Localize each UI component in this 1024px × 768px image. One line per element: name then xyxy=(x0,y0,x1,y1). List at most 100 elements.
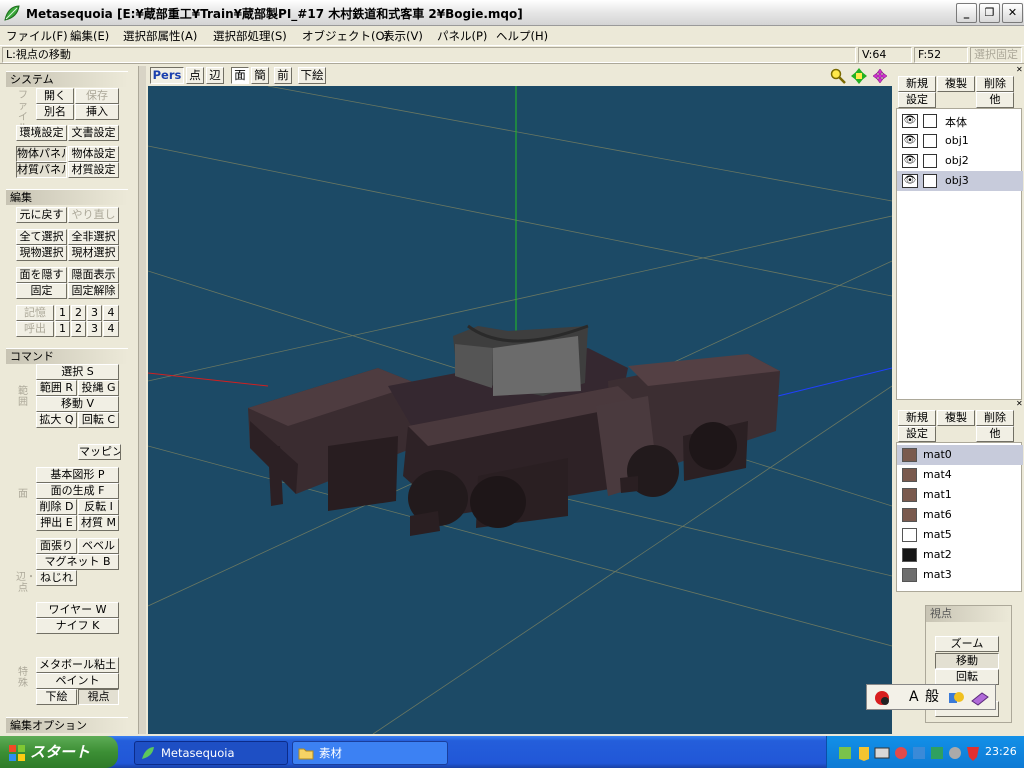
undo-button[interactable]: 元に戻す xyxy=(16,207,67,223)
lasso-tool-button[interactable]: 投縄 G xyxy=(78,380,119,396)
doc-settings-button[interactable]: 文書設定 xyxy=(68,125,119,141)
task-folder-sozai[interactable]: 素材 xyxy=(292,741,448,765)
view-rotate-button[interactable]: 回転 xyxy=(935,669,999,685)
face-display-toggle[interactable]: 面 xyxy=(231,67,249,84)
hide-face-button[interactable]: 面を隠す xyxy=(16,267,67,283)
create-face-tool-button[interactable]: 面の生成 F xyxy=(36,483,119,499)
visibility-eye-icon[interactable]: 👁 xyxy=(902,134,918,148)
recall-slot-4[interactable]: 4 xyxy=(103,321,119,337)
scale-tool-button[interactable]: 拡大 Q xyxy=(36,412,77,428)
material-panel-toggle[interactable]: 材質パネル xyxy=(16,162,67,178)
face-fill-tool-button[interactable]: 面張り xyxy=(36,538,77,554)
material-delete-button[interactable]: 削除 xyxy=(976,410,1014,426)
memory-slot-4[interactable]: 4 xyxy=(103,305,119,321)
select-all-button[interactable]: 全て選択 xyxy=(16,229,67,245)
primitive-tool-button[interactable]: 基本図形 P xyxy=(36,467,119,483)
object-settings-button[interactable]: 物体設定 xyxy=(68,146,119,162)
lock-checkbox[interactable] xyxy=(923,174,937,188)
ime-eraser-icon[interactable] xyxy=(970,689,990,715)
simple-display-toggle[interactable]: 簡 xyxy=(251,67,269,84)
unfix-button[interactable]: 固定解除 xyxy=(68,283,119,299)
ime-kanji-label[interactable]: 般 xyxy=(925,685,939,709)
3d-viewport[interactable] xyxy=(148,86,892,734)
perspective-toggle[interactable]: Pers xyxy=(150,67,184,84)
material-row-mat1[interactable]: mat1 xyxy=(897,485,1023,505)
select-current-object-button[interactable]: 現物選択 xyxy=(16,245,67,261)
rotate-tool-button[interactable]: 回転 C xyxy=(78,412,119,428)
recall-slot-1[interactable]: 1 xyxy=(55,321,70,337)
insert-button[interactable]: 挿入 xyxy=(75,104,119,120)
delete-tool-button[interactable]: 削除 D xyxy=(36,499,77,515)
view-tool-button[interactable]: 視点 xyxy=(78,689,119,705)
object-row-obj3[interactable]: 👁 obj3 xyxy=(897,171,1023,191)
twist-tool-button[interactable]: ねじれ xyxy=(36,570,77,586)
material-row-mat6[interactable]: mat6 xyxy=(897,505,1023,525)
paint-tool-button[interactable]: ペイント xyxy=(36,673,119,689)
deselect-all-button[interactable]: 全非選択 xyxy=(68,229,119,245)
save-as-button[interactable]: 別名 xyxy=(36,104,74,120)
material-new-button[interactable]: 新規 xyxy=(898,410,936,426)
material-row-mat3[interactable]: mat3 xyxy=(897,565,1023,585)
lock-checkbox[interactable] xyxy=(923,114,937,128)
memory-slot-2[interactable]: 2 xyxy=(71,305,86,321)
extrude-tool-button[interactable]: 押出 E xyxy=(36,515,77,531)
zoom-magnifier-icon[interactable] xyxy=(830,68,846,84)
visibility-eye-icon[interactable]: 👁 xyxy=(902,154,918,168)
material-copy-button[interactable]: 複製 xyxy=(937,410,975,426)
object-row-obj1[interactable]: 👁 obj1 xyxy=(897,131,1023,151)
underlay-tool-button[interactable]: 下絵 xyxy=(36,689,77,705)
menu-object[interactable]: オブジェクト(O) xyxy=(302,28,389,44)
object-row-body[interactable]: 👁 本体 xyxy=(897,111,1023,131)
object-copy-button[interactable]: 複製 xyxy=(937,76,975,92)
fix-button[interactable]: 固定 xyxy=(16,283,67,299)
menu-view[interactable]: 表示(V) xyxy=(383,28,423,44)
lock-checkbox[interactable] xyxy=(923,154,937,168)
vertex-display-toggle[interactable]: 点 xyxy=(186,67,204,84)
tray-icons[interactable] xyxy=(839,745,979,761)
lock-checkbox[interactable] xyxy=(923,134,937,148)
task-metasequoia[interactable]: Metasequoia xyxy=(134,741,288,765)
object-panel-toggle[interactable]: 物体パネル xyxy=(16,146,67,162)
restore-button[interactable]: ❐ xyxy=(979,3,1000,23)
object-new-button[interactable]: 新規 xyxy=(898,76,936,92)
knife-tool-button[interactable]: ナイフ K xyxy=(36,618,119,634)
ime-mode-label[interactable]: A xyxy=(909,685,919,709)
flip-tool-button[interactable]: 反転 I xyxy=(78,499,119,515)
close-button[interactable]: ✕ xyxy=(1002,3,1023,23)
menu-file[interactable]: ファイル(F) xyxy=(6,28,68,44)
memory-button[interactable]: 記憶 xyxy=(16,305,54,321)
select-current-material-button[interactable]: 現材選択 xyxy=(68,245,119,261)
memory-slot-1[interactable]: 1 xyxy=(55,305,70,321)
material-settings-button-panel[interactable]: 設定 xyxy=(898,426,936,442)
object-other-button[interactable]: 他 xyxy=(976,92,1014,108)
left-panel-scrollbar[interactable] xyxy=(138,66,146,734)
env-settings-button[interactable]: 環境設定 xyxy=(16,125,67,141)
material-row-mat0[interactable]: mat0 xyxy=(897,445,1023,465)
material-settings-button[interactable]: 材質設定 xyxy=(68,162,119,178)
mapping-button[interactable]: マッピング xyxy=(78,444,121,460)
start-button[interactable]: スタート xyxy=(0,736,118,768)
memory-slot-3[interactable]: 3 xyxy=(87,305,102,321)
save-button[interactable]: 保存 xyxy=(75,88,119,104)
ime-tools-icon[interactable] xyxy=(947,689,965,715)
object-delete-button[interactable]: 削除 xyxy=(976,76,1014,92)
menu-selection-proc[interactable]: 選択部処理(S) xyxy=(213,28,287,44)
minimize-button[interactable]: _ xyxy=(956,3,977,23)
recall-slot-3[interactable]: 3 xyxy=(87,321,102,337)
edge-display-toggle[interactable]: 辺 xyxy=(206,67,224,84)
rotate-view-icon[interactable] xyxy=(872,68,888,84)
metaball-clay-button[interactable]: メタボール粘土 xyxy=(36,657,119,673)
pan-arrows-icon[interactable] xyxy=(851,68,867,84)
view-move-button[interactable]: 移動 xyxy=(935,653,999,669)
material-row-mat5[interactable]: mat5 xyxy=(897,525,1023,545)
menu-selection-attr[interactable]: 選択部属性(A) xyxy=(123,28,197,44)
view-zoom-button[interactable]: ズーム xyxy=(935,636,999,652)
open-button[interactable]: 開く xyxy=(36,88,74,104)
wire-tool-button[interactable]: ワイヤー W xyxy=(36,602,119,618)
object-panel-close-icon[interactable]: ✕ xyxy=(1016,66,1024,74)
recall-button[interactable]: 呼出 xyxy=(16,321,54,337)
magnet-tool-button[interactable]: マグネット B xyxy=(36,554,119,570)
material-row-mat4[interactable]: mat4 xyxy=(897,465,1023,485)
bogie-model[interactable] xyxy=(248,324,780,536)
underlay-display-toggle[interactable]: 下絵 xyxy=(298,67,326,84)
